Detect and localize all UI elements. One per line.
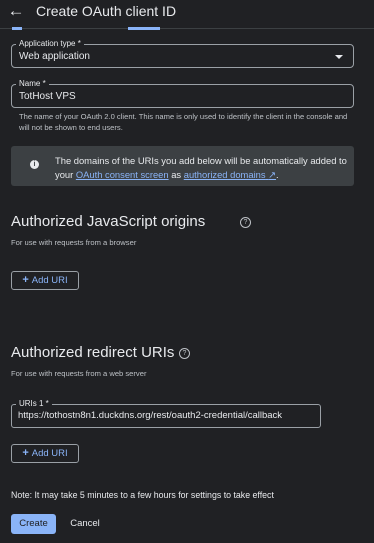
name-label: Name * [16, 79, 49, 89]
help-icon[interactable]: ? [240, 217, 251, 228]
authorized-domains-link-label: authorized domains [183, 169, 266, 180]
settings-note: Note: It may take 5 minutes to a few hou… [11, 490, 274, 500]
redirect-uri-label: URIs 1 * [16, 399, 52, 409]
add-uri-label: Add URI [31, 275, 68, 286]
authorized-domains-link[interactable]: authorized domains ↗ [184, 169, 276, 180]
name-hint: The name of your OAuth 2.0 client. This … [19, 112, 348, 132]
add-redirect-uri-button[interactable]: + Add URI [11, 444, 79, 463]
tab-indicator [128, 27, 160, 30]
header-divider [0, 28, 374, 29]
application-type-label: Application type * [16, 39, 84, 49]
add-uri-label: Add URI [31, 448, 68, 459]
plus-icon: + [22, 274, 29, 286]
js-origins-subtitle: For use with requests from a browser [11, 238, 137, 247]
name-value: TotHost VPS [19, 91, 76, 102]
page-title: Create OAuth client ID [36, 3, 177, 19]
oauth-consent-screen-link[interactable]: OAuth consent screen [76, 169, 169, 180]
info-icon-glyph: i [33, 161, 36, 168]
redirect-uris-heading: Authorized redirect URIs [11, 344, 175, 361]
tab-indicator [12, 27, 22, 30]
help-icon[interactable]: ? [179, 348, 190, 359]
redirect-uris-subtitle: For use with requests from a web server [11, 369, 147, 378]
dropdown-arrow-icon[interactable] [335, 55, 343, 59]
banner-text-middle: as [168, 169, 184, 180]
create-button[interactable]: Create [11, 514, 56, 534]
redirect-uri-value: https://tothostn8n1.duckdns.org/rest/oau… [18, 410, 283, 421]
add-js-origin-uri-button[interactable]: + Add URI [11, 271, 79, 290]
banner-text-end: . [276, 169, 279, 180]
arrow-back-icon[interactable]: ← [6, 1, 26, 21]
info-banner-text: The domains of the URIs you add below wi… [55, 154, 350, 182]
open-in-new-icon: ↗ [268, 169, 277, 180]
application-type-value: Web application [19, 51, 90, 62]
plus-icon: + [22, 447, 29, 459]
js-origins-heading: Authorized JavaScript origins [11, 213, 206, 230]
cancel-button[interactable]: Cancel [65, 514, 105, 534]
